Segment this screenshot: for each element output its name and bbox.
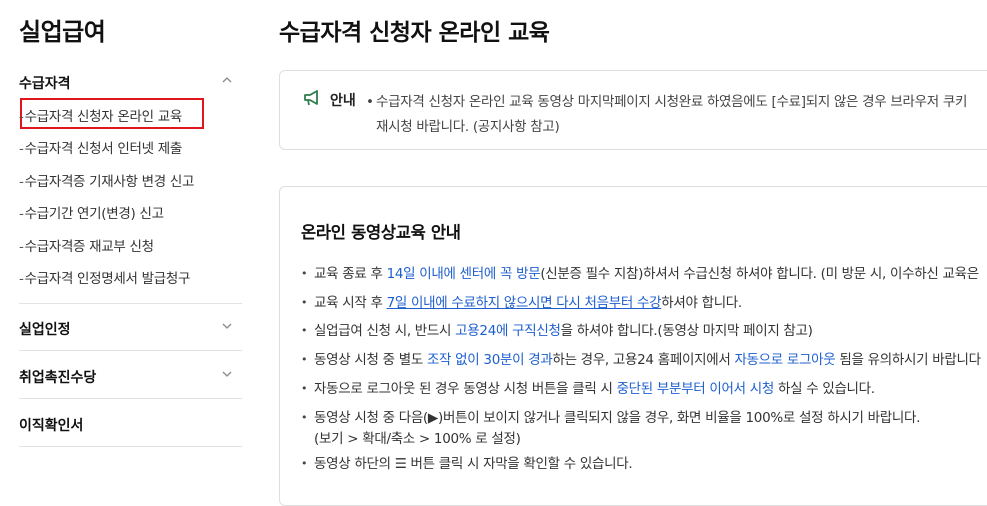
sidebar-section-label: 수급자격 — [19, 76, 71, 92]
guide-list: 교육 종료 후 14일 이내에 센터에 꼭 방문(신분증 필수 지참)하셔서 수… — [301, 260, 987, 479]
list-item: 동영상 시청 중 별도 조작 없이 30분이 경과하는 경우, 고용24 홈페이… — [301, 346, 987, 375]
list-item: 동영상 하단의 ☰ 버튼 클릭 시 자막을 확인할 수 있습니다. — [301, 450, 987, 479]
sidebar-item-internet-application[interactable]: -수급자격 신청서 인터넷 제출 — [19, 137, 182, 157]
list-item: 자동으로 로그아웃 된 경우 동영상 시청 버튼을 클릭 시 중단된 부분부터 … — [301, 375, 987, 404]
sidebar-divider — [19, 446, 242, 447]
sidebar-section-label: 이직확인서 — [19, 418, 84, 434]
sidebar: 실업급여 수급자격 -수급자격 신청자 온라인 교육 -수급자격 신청서 인터넷… — [0, 0, 242, 488]
notice-label: 안내 — [330, 93, 356, 109]
education-guide-box: 온라인 동영상교육 안내 교육 종료 후 14일 이내에 센터에 꼭 방문(신분… — [279, 186, 987, 506]
chevron-down-icon — [220, 367, 234, 381]
sidebar-section-label: 실업인정 — [19, 322, 71, 338]
sidebar-item-reissue[interactable]: -수급자격증 재교부 신청 — [19, 235, 154, 255]
chevron-up-icon — [220, 73, 234, 87]
chevron-down-icon — [220, 319, 234, 333]
sidebar-section-label: 취업촉진수당 — [19, 370, 97, 386]
list-item: 동영상 시청 중 다음(▶)버튼이 보이지 않거나 클릭되지 않을 경우, 화면… — [301, 404, 987, 451]
megaphone-icon — [302, 89, 322, 107]
notice-text: • 수급자격 신청자 온라인 교육 동영상 마지막페이지 시청완료 하였음에도 … — [366, 90, 987, 140]
sidebar-divider — [19, 398, 242, 399]
notice-box: 안내 • 수급자격 신청자 온라인 교육 동영상 마지막페이지 시청완료 하였음… — [279, 70, 987, 150]
notice-line: 재시청 바랍니다. (공지사항 참고) — [376, 119, 560, 135]
notice-line: 수급자격 신청자 온라인 교육 동영상 마지막페이지 시청완료 하였음에도 [수… — [376, 94, 968, 110]
sidebar-section-separation-confirmation[interactable]: 이직확인서 — [19, 415, 242, 435]
sidebar-item-online-education[interactable]: -수급자격 신청자 온라인 교육 — [19, 105, 182, 125]
sidebar-item-change-report[interactable]: -수급자격증 기재사항 변경 신고 — [19, 170, 194, 190]
sidebar-section-eligibility[interactable]: 수급자격 — [19, 73, 242, 93]
sidebar-divider — [19, 350, 242, 351]
sidebar-section-job-promotion[interactable]: 취업촉진수당 — [19, 367, 242, 387]
page-title: 수급자격 신청자 온라인 교육 — [279, 20, 550, 46]
list-item: 교육 종료 후 14일 이내에 센터에 꼭 방문(신분증 필수 지참)하셔서 수… — [301, 260, 987, 289]
main-content: 수급자격 신청자 온라인 교육 안내 • 수급자격 신청자 온라인 교육 동영상… — [279, 0, 987, 506]
sidebar-title: 실업급여 — [19, 18, 106, 46]
list-item: 실업급여 신청 시, 반드시 고용24에 구직신청을 하셔야 합니다.(동영상 … — [301, 317, 987, 346]
list-item: 교육 시작 후 7일 이내에 수료하지 않으시면 다시 처음부터 수강하셔야 합… — [301, 289, 987, 318]
sidebar-section-unemployment-recognition[interactable]: 실업인정 — [19, 319, 242, 339]
section-title: 온라인 동영상교육 안내 — [301, 223, 461, 242]
sidebar-item-period-extension[interactable]: -수급기간 연기(변경) 신고 — [19, 202, 164, 222]
sidebar-item-certificate-request[interactable]: -수급자격 인정명세서 발급청구 — [19, 267, 190, 287]
sidebar-divider — [19, 303, 242, 304]
